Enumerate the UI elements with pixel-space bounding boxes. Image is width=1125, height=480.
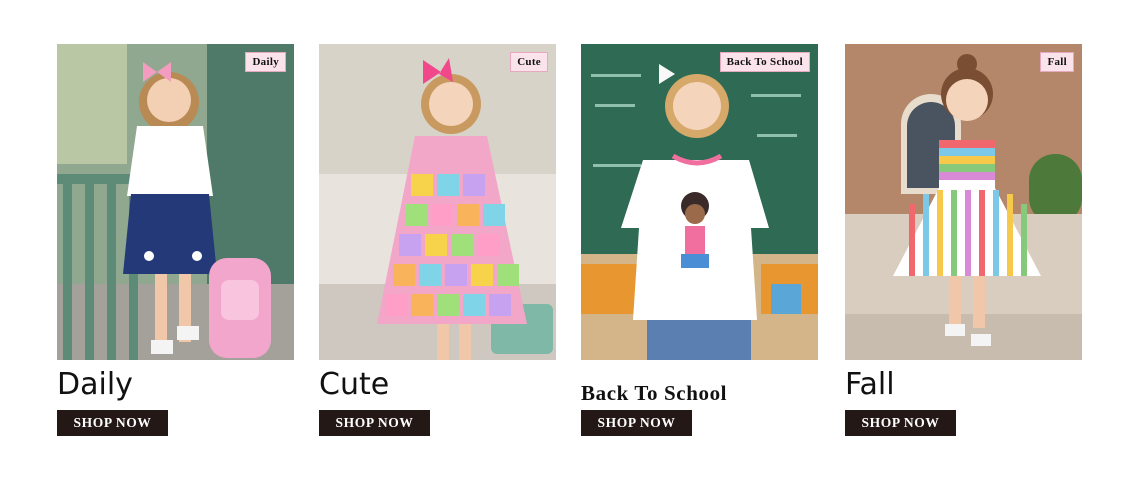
category-title-cute[interactable]: Cute [319,366,389,404]
cute-photo-image [319,44,556,360]
badge-cute: Cute [510,52,548,72]
badge-daily: Daily [245,52,286,72]
category-card-fall[interactable]: Fall Fall SHOP NOW [845,44,1082,436]
fall-photo-image [845,44,1082,360]
product-photo-daily[interactable]: Daily [57,44,294,360]
badge-fall: Fall [1040,52,1074,72]
category-title-fall[interactable]: Fall [845,366,895,404]
category-card-cute[interactable]: Cute Cute SHOP NOW [319,44,556,436]
back-to-school-photo-image [581,44,818,360]
shop-now-button-daily[interactable]: SHOP NOW [57,410,168,436]
category-title-daily[interactable]: Daily [57,366,133,404]
category-card-back-to-school[interactable]: Back To School Back To School SHOP NOW [581,44,818,436]
badge-back-to-school: Back To School [719,52,810,72]
shop-now-button-back-to-school[interactable]: SHOP NOW [581,410,692,436]
category-card-daily[interactable]: Daily Daily SHOP NOW [57,44,294,436]
product-photo-cute[interactable]: Cute [319,44,556,360]
shop-now-button-cute[interactable]: SHOP NOW [319,410,430,436]
product-photo-back-to-school[interactable]: Back To School [581,44,818,360]
daily-photo-image [57,44,294,360]
shop-now-button-fall[interactable]: SHOP NOW [845,410,956,436]
product-photo-fall[interactable]: Fall [845,44,1082,360]
category-title-back-to-school[interactable]: Back To School [581,374,727,412]
